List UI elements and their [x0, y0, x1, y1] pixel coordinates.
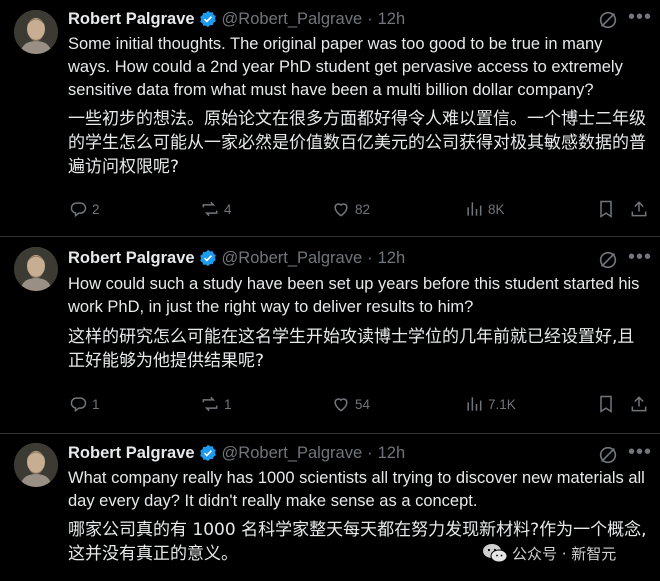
- action-bar: 2 4 82 8K: [68, 199, 652, 223]
- views-icon: [467, 397, 482, 411]
- author-handle[interactable]: @Robert_Palgrave: [222, 249, 363, 268]
- tweet-text-en: Some initial thoughts. The original pape…: [68, 35, 623, 99]
- reply-count: 2: [92, 201, 100, 217]
- verified-badge-icon: [199, 444, 216, 462]
- avatar[interactable]: [14, 247, 58, 291]
- author-handle[interactable]: @Robert_Palgrave: [222, 444, 363, 463]
- avatar[interactable]: [14, 443, 58, 487]
- views-count: 7.1K: [488, 396, 516, 412]
- watermark-text: 公众号 · 新智元: [512, 544, 617, 563]
- views-count: 8K: [488, 201, 505, 217]
- author-name[interactable]: Robert Palgrave: [68, 444, 195, 463]
- bookmark-button[interactable]: [596, 394, 620, 414]
- tweet-header: Robert Palgrave @Robert_Palgrave · 12h: [68, 8, 405, 30]
- avatar[interactable]: [14, 10, 58, 54]
- timestamp[interactable]: 12h: [378, 10, 406, 29]
- repost-count: 4: [224, 201, 232, 217]
- tweet-2[interactable]: Robert Palgrave @Robert_Palgrave · 12h •…: [0, 237, 660, 434]
- share-button[interactable]: [629, 199, 653, 219]
- share-icon: [631, 396, 647, 412]
- repost-icon: [202, 201, 218, 217]
- wechat-icon: [483, 544, 508, 563]
- tweet-header: Robert Palgrave @Robert_Palgrave · 12h: [68, 442, 405, 464]
- like-button[interactable]: 82: [331, 199, 370, 219]
- bookmark-icon: [600, 200, 612, 218]
- views-button[interactable]: 7.1K: [464, 394, 516, 414]
- repost-icon: [202, 396, 218, 412]
- repost-button[interactable]: 4: [200, 199, 232, 219]
- verified-badge-icon: [199, 10, 216, 28]
- grok-icon[interactable]: [597, 444, 619, 466]
- reply-icon: [70, 202, 87, 218]
- tweet-text-en: What company really has 1000 scientists …: [68, 469, 645, 510]
- tweet-text-zh: 这样的研究怎么可能在这名学生开始攻读博士学位的几年前就已经设置好,且正好能够为他…: [68, 327, 635, 371]
- like-count: 54: [355, 396, 371, 412]
- more-icon[interactable]: •••: [628, 442, 651, 467]
- reply-button[interactable]: 1: [68, 394, 100, 414]
- tweet-1[interactable]: Robert Palgrave @Robert_Palgrave · 12h •…: [0, 0, 660, 237]
- bookmark-button[interactable]: [596, 199, 620, 219]
- separator: ·: [367, 9, 373, 28]
- author-name[interactable]: Robert Palgrave: [68, 10, 195, 29]
- action-bar: 1 1 54 7.1K: [68, 394, 652, 418]
- repost-count: 1: [224, 396, 232, 412]
- share-icon: [631, 201, 647, 217]
- more-icon[interactable]: •••: [628, 7, 651, 32]
- like-icon: [334, 203, 348, 217]
- like-icon: [334, 398, 348, 412]
- more-icon[interactable]: •••: [628, 247, 651, 272]
- author-handle[interactable]: @Robert_Palgrave: [222, 10, 363, 29]
- like-button[interactable]: 54: [331, 394, 370, 414]
- views-button[interactable]: 8K: [464, 199, 505, 219]
- grok-icon[interactable]: [597, 9, 619, 31]
- tweet-header: Robert Palgrave @Robert_Palgrave · 12h: [68, 247, 405, 269]
- author-name[interactable]: Robert Palgrave: [68, 249, 195, 268]
- reply-count: 1: [92, 396, 100, 412]
- verified-badge-icon: [199, 249, 216, 267]
- timestamp[interactable]: 12h: [378, 444, 406, 463]
- watermark: 公众号 · 新智元: [482, 541, 616, 565]
- separator: ·: [367, 443, 373, 462]
- grok-icon[interactable]: [597, 249, 619, 271]
- timestamp[interactable]: 12h: [378, 249, 406, 268]
- tweet-text-en: How could such a study have been set up …: [68, 275, 640, 316]
- bookmark-icon: [600, 395, 612, 413]
- reply-icon: [70, 397, 87, 413]
- tweet-text-zh: 一些初步的想法。原始论文在很多方面都好得令人难以置信。一个博士二年级的学生怎么可…: [68, 109, 646, 177]
- views-icon: [467, 202, 482, 216]
- like-count: 82: [355, 201, 371, 217]
- reply-button[interactable]: 2: [68, 199, 100, 219]
- separator: ·: [367, 248, 373, 267]
- repost-button[interactable]: 1: [200, 394, 232, 414]
- share-button[interactable]: [629, 394, 653, 414]
